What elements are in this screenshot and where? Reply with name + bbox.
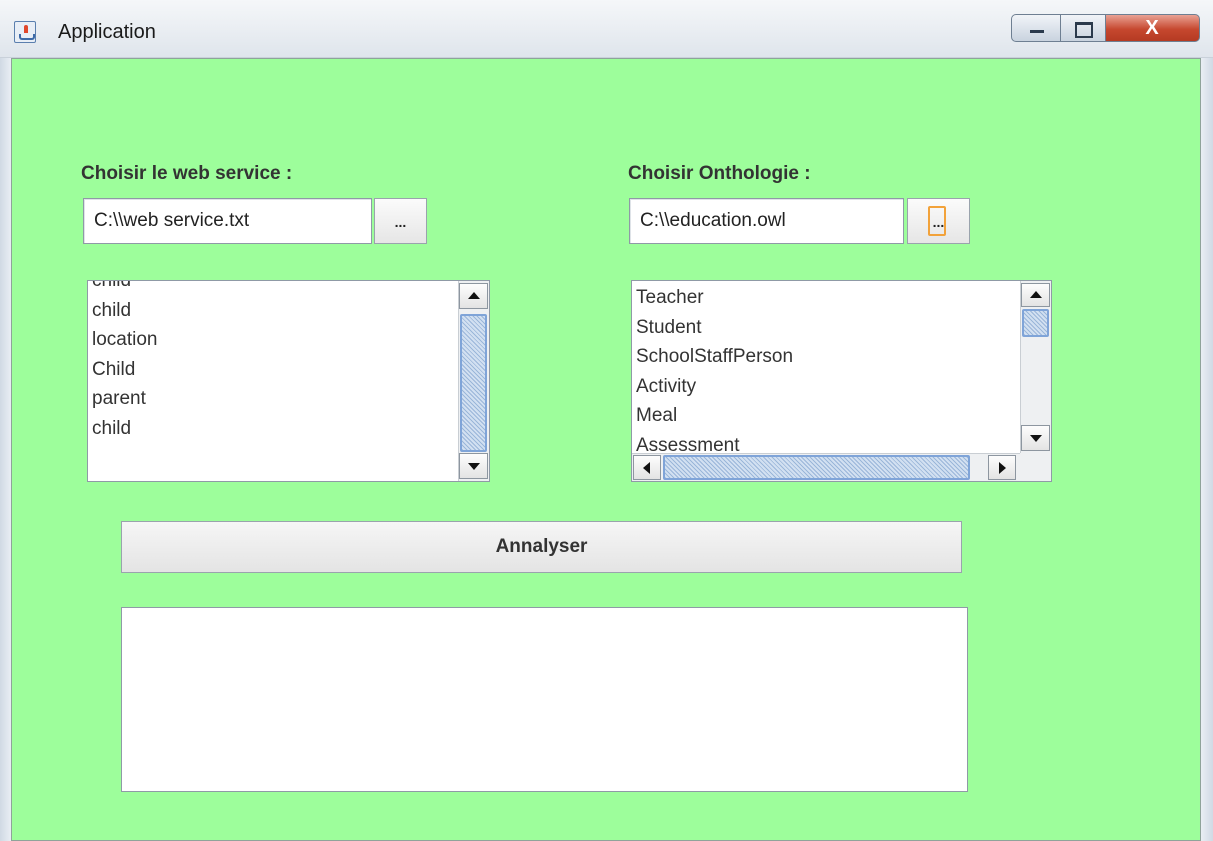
- close-button[interactable]: X: [1106, 14, 1200, 42]
- scroll-thumb[interactable]: [460, 314, 487, 452]
- scroll-up-arrow-icon[interactable]: [459, 283, 488, 309]
- scroll-up-arrow-icon[interactable]: [1021, 283, 1050, 307]
- list-item[interactable]: child: [89, 296, 459, 326]
- scroll-down-arrow-icon[interactable]: [1021, 425, 1050, 451]
- window-frame-left: [0, 58, 11, 841]
- ontology-list-items: Teacher Student SchoolStaffPerson Activi…: [633, 283, 1021, 460]
- web-service-list-items: child child location Child parent child: [89, 281, 459, 444]
- web-service-label: Choisir le web service :: [81, 163, 293, 184]
- scroll-left-arrow-icon[interactable]: [633, 455, 661, 480]
- list-item[interactable]: child: [89, 414, 459, 444]
- window-title: Application: [58, 21, 156, 43]
- result-text-area[interactable]: [121, 607, 968, 792]
- browse-button-label: ...: [932, 214, 945, 230]
- ontology-horizontal-scrollbar[interactable]: [632, 453, 1020, 481]
- ontology-path-field[interactable]: C:\\education.owl: [629, 198, 904, 244]
- list-item[interactable]: Student: [633, 313, 1021, 343]
- web-service-browse-button[interactable]: ...: [374, 198, 427, 244]
- close-icon: X: [1145, 17, 1159, 39]
- main-panel: Choisir le web service : C:\\web service…: [11, 58, 1201, 841]
- minimize-button[interactable]: [1011, 14, 1061, 42]
- web-service-list[interactable]: child child location Child parent child: [87, 280, 490, 482]
- scroll-down-arrow-icon[interactable]: [459, 453, 488, 479]
- list-item[interactable]: child: [89, 281, 459, 296]
- scroll-thumb[interactable]: [663, 455, 970, 480]
- application-window: Application X Choisir le web service : C…: [0, 0, 1213, 841]
- title-bar[interactable]: Application X: [0, 0, 1213, 58]
- list-item[interactable]: SchoolStaffPerson: [633, 342, 1021, 372]
- ontology-label: Choisir Onthologie :: [628, 163, 811, 184]
- maximize-button[interactable]: [1061, 14, 1106, 42]
- ontology-vertical-scrollbar[interactable]: [1020, 281, 1051, 453]
- ontology-browse-button[interactable]: ...: [907, 198, 970, 244]
- java-app-icon: [14, 21, 36, 43]
- list-item[interactable]: Teacher: [633, 283, 1021, 313]
- list-item[interactable]: location: [89, 325, 459, 355]
- window-controls: X: [1011, 14, 1200, 42]
- list-item[interactable]: Child: [89, 355, 459, 385]
- list-item[interactable]: parent: [89, 384, 459, 414]
- ontology-list[interactable]: Teacher Student SchoolStaffPerson Activi…: [631, 280, 1052, 482]
- scroll-right-arrow-icon[interactable]: [988, 455, 1016, 480]
- list-item[interactable]: Activity: [633, 372, 1021, 402]
- list-item[interactable]: Meal: [633, 401, 1021, 431]
- browse-button-label: ...: [394, 214, 407, 230]
- scrollbar-corner: [1020, 453, 1051, 481]
- web-service-vertical-scrollbar[interactable]: [458, 281, 489, 481]
- analyze-button[interactable]: Annalyser: [121, 521, 962, 573]
- web-service-path-field[interactable]: C:\\web service.txt: [83, 198, 372, 244]
- window-frame-right: [1201, 58, 1213, 841]
- scroll-thumb[interactable]: [1022, 309, 1049, 337]
